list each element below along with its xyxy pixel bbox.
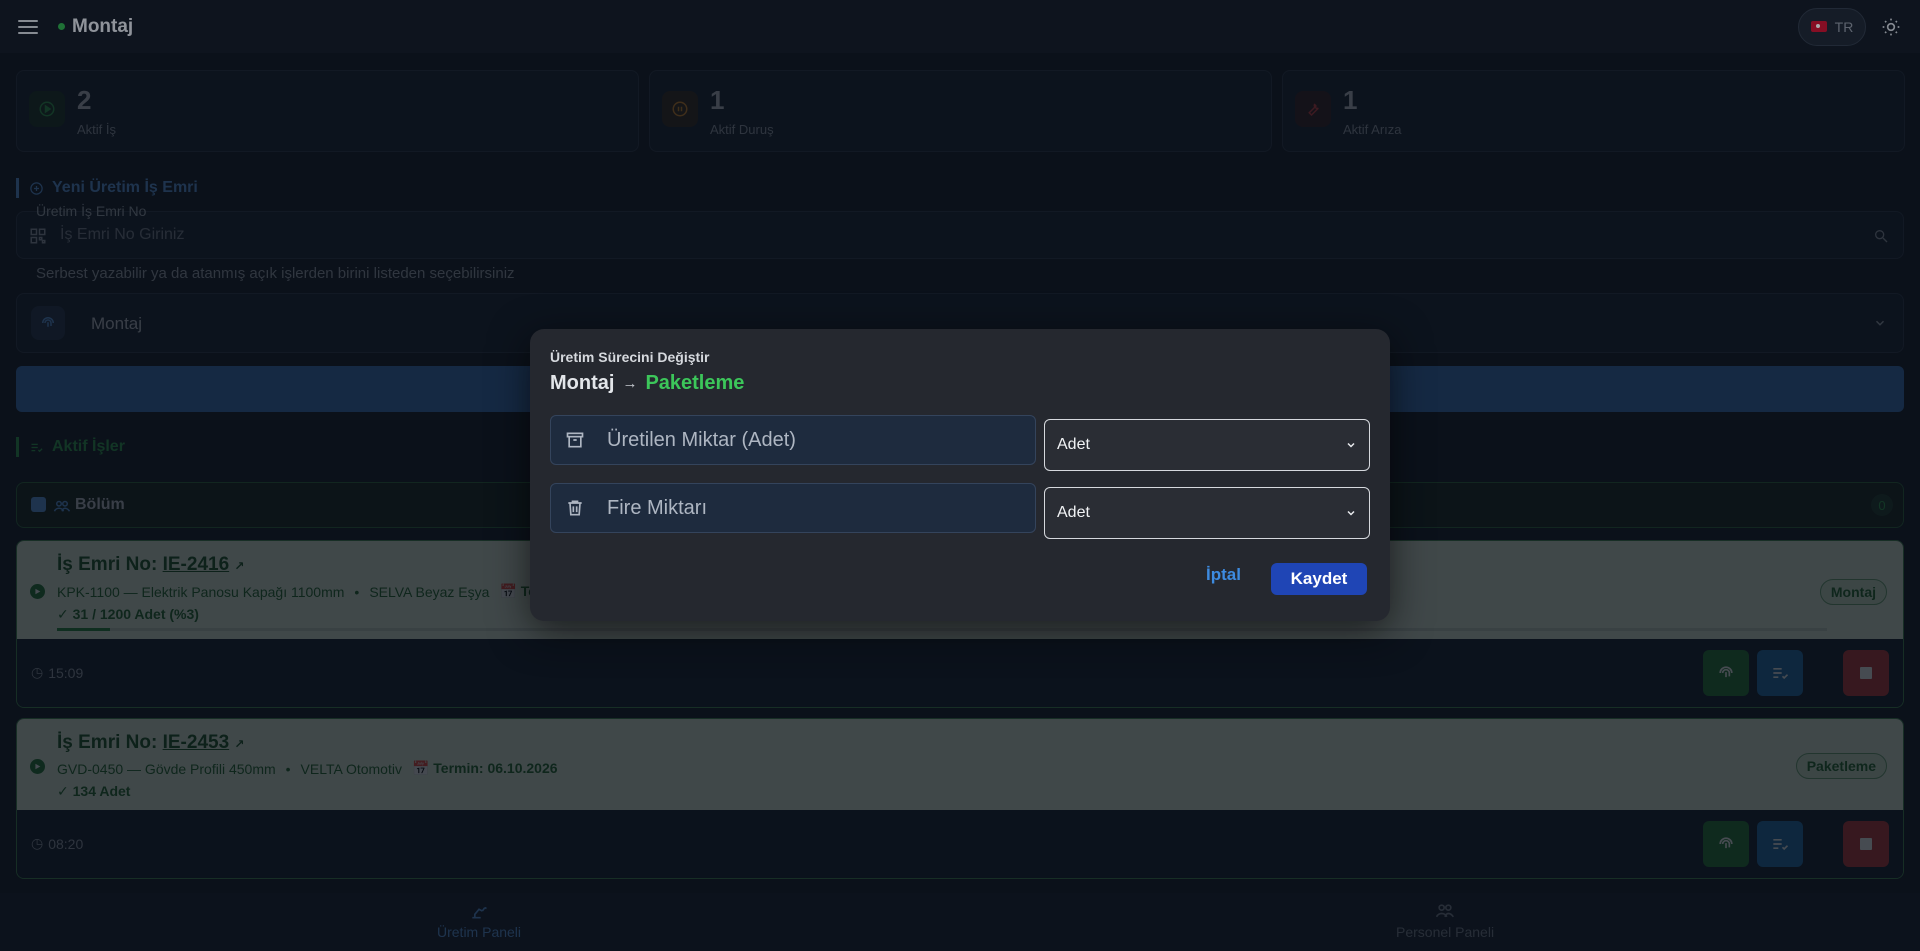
produced-unit-select[interactable]: Adet (1044, 419, 1370, 471)
scrap-quantity-placeholder: Fire Miktarı (607, 496, 707, 519)
change-process-dialog: Üretim Sürecini Değiştir Montaj → Paketl… (530, 329, 1390, 621)
trash-icon (563, 496, 587, 520)
chevron-down-icon (1347, 442, 1355, 448)
scrap-unit-value: Adet (1057, 504, 1090, 521)
produced-quantity-placeholder: Üretilen Miktar (Adet) (607, 428, 796, 451)
arrow-right-icon: → (622, 375, 638, 392)
process-from: Montaj (550, 372, 615, 394)
chevron-down-icon (1347, 510, 1355, 516)
save-button[interactable]: Kaydet (1271, 563, 1367, 595)
scrap-quantity-input[interactable]: Fire Miktarı (550, 483, 1036, 533)
produced-unit-value: Adet (1057, 436, 1090, 453)
scrap-unit-select[interactable]: Adet (1044, 487, 1370, 539)
process-to: Paketleme (645, 372, 745, 394)
dialog-subtitle: Üretim Sürecini Değiştir (550, 349, 710, 365)
cancel-button[interactable]: İptal (1206, 565, 1241, 585)
archive-icon (563, 428, 587, 452)
dialog-title: Montaj → Paketleme (550, 372, 744, 395)
produced-quantity-input[interactable]: Üretilen Miktar (Adet) (550, 415, 1036, 465)
